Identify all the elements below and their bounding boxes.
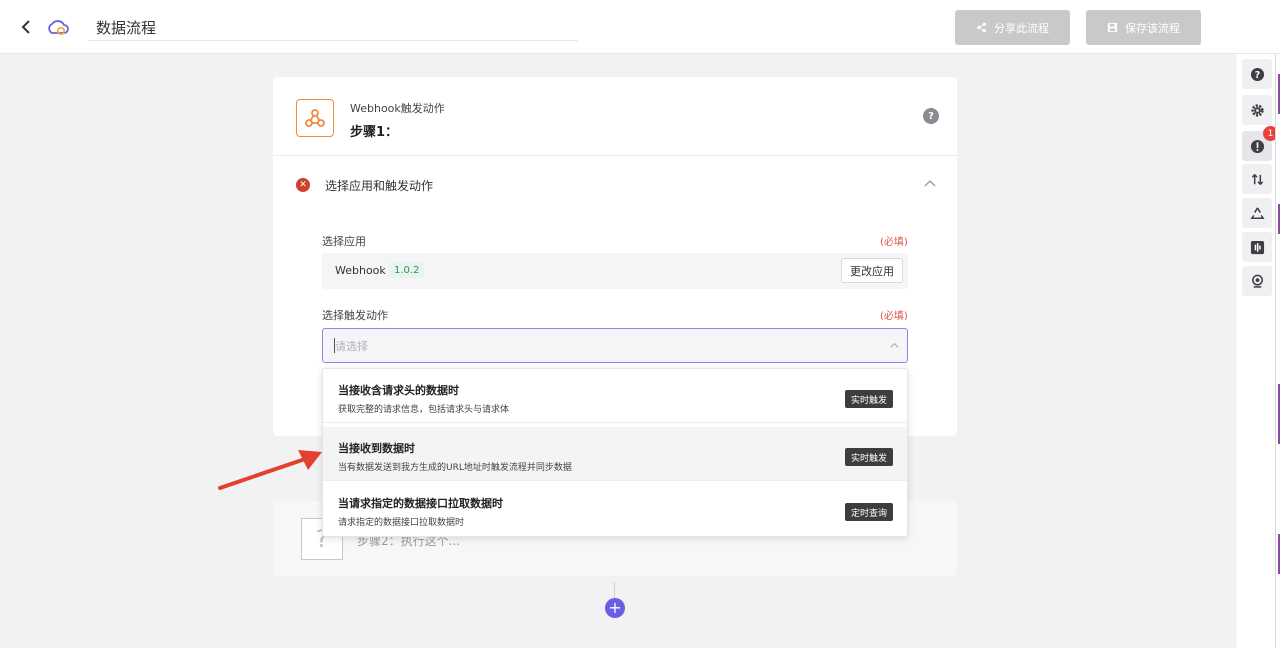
save-flow-button[interactable]: 保存该流程 [1086, 10, 1201, 45]
right-toolbar: ? 1 [1235, 54, 1278, 648]
option-title: 当请求指定的数据接口拉取数据时 [338, 497, 503, 510]
flow-title-field[interactable]: 数据流程 [88, 12, 578, 41]
rail-settings-button[interactable] [1242, 95, 1272, 125]
option-tag: 实时触发 [845, 390, 894, 408]
back-icon[interactable] [16, 16, 36, 38]
webcam-icon [1251, 274, 1263, 288]
dropdown-option[interactable]: 当接收到数据时 当有数据发送到我方生成的URL地址时触发流程并同步数据 实时触发 [323, 427, 907, 481]
change-app-button[interactable]: 更改应用 [841, 258, 903, 283]
app-version-badge: 1.0.2 [389, 262, 425, 278]
trigger-type-label: Webhook触发动作 [350, 102, 445, 115]
rail-audio-button[interactable] [1242, 232, 1272, 262]
gear-icon [1250, 103, 1264, 117]
step1-header: Webhook触发动作 步骤1： ? [273, 77, 957, 156]
cloud-logo-icon [46, 16, 70, 38]
dropdown-option[interactable]: 当请求指定的数据接口拉取数据时 请求指定的数据接口拉取数据时 定时查询 [323, 482, 907, 536]
step-help-icon[interactable]: ? [923, 108, 939, 124]
sort-icon [1251, 173, 1263, 185]
app-name: Webhook [335, 264, 386, 277]
page-title: 数据流程 [96, 19, 157, 37]
help-icon: ? [1250, 67, 1264, 81]
trigger-action-dropdown: 当接收含请求头的数据时 获取完整的请求信息，包括请求头与请求体 实时触发 当接收… [322, 368, 908, 537]
rail-alerts-button[interactable]: 1 [1242, 126, 1278, 161]
trigger-action-select[interactable]: 请选择 [322, 328, 908, 363]
dropdown-option[interactable]: 当接收含请求头的数据时 获取完整的请求信息，包括请求头与请求体 实时触发 [323, 369, 907, 423]
chevron-up-icon[interactable] [924, 178, 936, 190]
save-flow-label: 保存该流程 [1125, 21, 1180, 35]
option-description: 获取完整的请求信息，包括请求头与请求体 [338, 405, 510, 415]
audio-wave-icon [1250, 240, 1264, 254]
option-description: 请求指定的数据接口拉取数据时 [338, 518, 465, 528]
action-field-label: 选择触发动作 [322, 309, 388, 322]
alert-icon [1250, 139, 1264, 153]
window-edge [1275, 54, 1280, 648]
option-tag: 定时查询 [845, 503, 894, 521]
add-step-button[interactable]: + [605, 598, 625, 618]
app-required-label: (必填) [880, 237, 908, 248]
rail-sort-button[interactable] [1242, 164, 1272, 194]
svg-text:?: ? [1254, 69, 1259, 80]
option-tag: 实时触发 [845, 448, 894, 466]
step-connector [614, 582, 615, 598]
select-placeholder: 请选择 [335, 340, 368, 353]
webhook-app-icon [296, 99, 334, 137]
share-icon [977, 22, 986, 33]
rail-recycle-button[interactable] [1242, 198, 1272, 228]
error-icon: ✕ [296, 178, 310, 192]
rail-webcam-button[interactable] [1242, 266, 1272, 296]
option-title: 当接收含请求头的数据时 [338, 384, 459, 397]
option-title: 当接收到数据时 [338, 442, 415, 455]
app-field-label: 选择应用 [322, 235, 366, 248]
top-bar: 数据流程 分享此流程 保存该流程 [0, 0, 1280, 54]
rail-help-button[interactable]: ? [1242, 59, 1272, 89]
share-flow-label: 分享此流程 [994, 21, 1049, 35]
share-flow-button[interactable]: 分享此流程 [955, 10, 1070, 45]
step-title: 步骤1： [350, 125, 399, 140]
section-title: 选择应用和触发动作 [325, 179, 434, 193]
action-required-label: (必填) [880, 311, 908, 322]
save-icon [1107, 22, 1118, 33]
option-description: 当有数据发送到我方生成的URL地址时触发流程并同步数据 [338, 463, 572, 473]
chevron-up-icon [890, 342, 899, 348]
annotation-arrow-icon [218, 450, 322, 490]
recycle-icon [1249, 206, 1265, 219]
selected-app-row: Webhook 1.0.2 更改应用 [322, 253, 908, 289]
